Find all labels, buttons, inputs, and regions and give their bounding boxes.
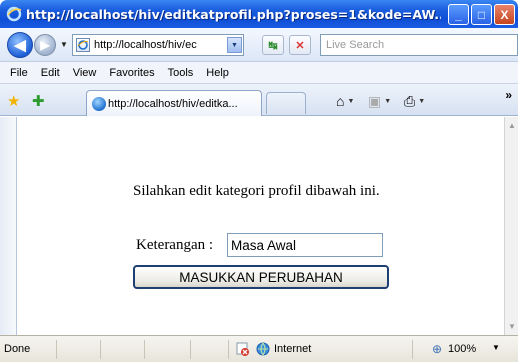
status-divider — [228, 340, 229, 359]
menu-favorites[interactable]: Favorites — [109, 67, 154, 79]
zoom-level[interactable]: 100% — [448, 343, 476, 355]
rss-feed-icon: ▣ — [368, 92, 382, 109]
page-prompt: Silahkan edit kategori profil dibawah in… — [133, 183, 380, 199]
back-arrow-icon: ◀ — [14, 37, 26, 54]
tab-bar: ★ ✚ http://localhost/hiv/editka... ⌂ ▼ ▣ ▼… — [0, 84, 518, 116]
zoom-dropdown-icon[interactable]: ▼ — [492, 343, 500, 352]
home-icon: ⌂ — [336, 93, 345, 109]
search-placeholder: Live Search — [326, 39, 385, 51]
add-favorites-icon[interactable]: ✚ — [32, 92, 45, 110]
menu-help[interactable]: Help — [206, 67, 229, 79]
feeds-button[interactable]: ▣ ▼ — [368, 91, 391, 111]
minimize-button[interactable]: _ — [448, 4, 469, 25]
refresh-icon: ↹ — [268, 39, 278, 52]
menu-bar: File Edit View Favorites Tools Help — [0, 62, 518, 84]
menu-view[interactable]: View — [73, 67, 97, 79]
minimize-icon: _ — [455, 7, 462, 22]
favorites-star-icon[interactable]: ★ — [7, 92, 20, 110]
keterangan-label: Keterangan : — [136, 237, 214, 253]
tab-label: http://localhost/hiv/editka... — [108, 97, 238, 110]
scroll-down-icon[interactable]: ▼ — [506, 320, 518, 333]
internet-globe-icon — [256, 342, 270, 356]
content-left-margin — [0, 117, 16, 335]
maximize-button[interactable]: □ — [471, 4, 492, 25]
status-bar: Done Internet ⊕ 100% ▼ — [0, 335, 518, 362]
tab-active[interactable]: http://localhost/hiv/editka... — [86, 90, 262, 116]
new-tab-button[interactable] — [266, 92, 306, 114]
address-toolbar: ◀ ▶ ▼ http://localhost/hiv/ec ▼ ↹ ✕ Live… — [0, 28, 518, 62]
more-commands-chevron-icon[interactable]: » — [505, 88, 512, 102]
menu-file[interactable]: File — [10, 67, 28, 79]
maximize-icon: □ — [477, 7, 486, 22]
status-divider — [190, 340, 191, 359]
window-title: http://localhost/hiv/editkatprofil.php?p… — [26, 6, 441, 22]
back-button[interactable]: ◀ — [7, 32, 33, 58]
zoom-icon: ⊕ — [432, 342, 443, 356]
feeds-dropdown-icon: ▼ — [384, 97, 392, 105]
menu-edit[interactable]: Edit — [41, 67, 60, 79]
keterangan-input[interactable]: Masa Awal — [227, 233, 383, 257]
close-icon: X — [500, 7, 509, 22]
print-button[interactable]: ⎙ ▼ — [404, 91, 425, 111]
status-divider — [100, 340, 101, 359]
stop-icon: ✕ — [295, 39, 305, 52]
search-input[interactable]: Live Search — [320, 34, 518, 56]
status-divider — [144, 340, 145, 359]
title-bar: http://localhost/hiv/editkatprofil.php?p… — [0, 0, 518, 28]
tab-page-icon — [92, 96, 106, 111]
print-dropdown-icon: ▼ — [418, 97, 426, 105]
home-button[interactable]: ⌂ ▼ — [336, 91, 354, 111]
vertical-scrollbar[interactable]: ▲ ▼ — [504, 117, 518, 335]
status-divider — [56, 340, 57, 359]
menu-tools[interactable]: Tools — [168, 67, 194, 79]
scroll-up-icon[interactable]: ▲ — [506, 119, 518, 132]
status-text: Done — [4, 343, 31, 355]
stop-button[interactable]: ✕ — [289, 35, 311, 55]
ie-logo-icon — [6, 6, 22, 22]
status-divider — [412, 340, 413, 359]
refresh-button[interactable]: ↹ — [262, 35, 284, 55]
protected-mode-icon[interactable] — [236, 342, 250, 356]
home-dropdown-icon: ▼ — [347, 97, 355, 105]
history-dropdown-icon[interactable]: ▼ — [60, 40, 68, 49]
submit-changes-button[interactable]: MASUKKAN PERUBAHAN — [133, 265, 389, 289]
printer-icon: ⎙ — [404, 92, 416, 109]
forward-arrow-icon: ▶ — [40, 38, 50, 52]
address-dropdown-icon[interactable]: ▼ — [227, 37, 242, 53]
close-button[interactable]: X — [494, 4, 515, 25]
address-url[interactable]: http://localhost/hiv/ec — [94, 39, 227, 51]
address-bar[interactable]: http://localhost/hiv/ec ▼ — [72, 34, 244, 56]
security-zone-text: Internet — [274, 343, 312, 355]
page-icon — [76, 38, 90, 52]
forward-button[interactable]: ▶ — [34, 34, 56, 56]
page-content: Silahkan edit kategori profil dibawah in… — [16, 117, 504, 335]
